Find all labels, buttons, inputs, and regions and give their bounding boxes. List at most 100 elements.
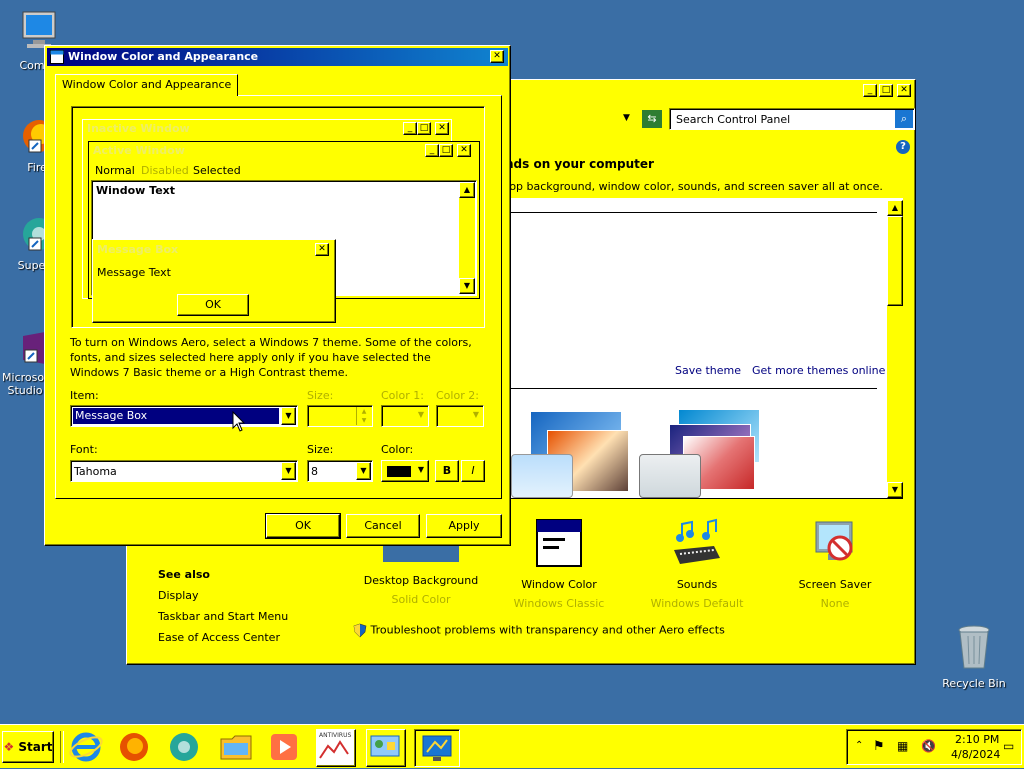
taskbar-media-player[interactable] — [266, 729, 304, 765]
search-button[interactable]: ⌕ — [895, 110, 913, 128]
network-icon[interactable]: ▦ — [897, 739, 908, 753]
sounds-item[interactable]: Sounds Windows Default — [639, 510, 755, 610]
close-button[interactable]: ✕ — [897, 84, 911, 97]
address-dropdown-arrow[interactable]: ▼ — [623, 113, 630, 123]
see-also-display-link[interactable]: Display — [158, 589, 199, 602]
search-box[interactable]: Search Control Panel ⌕ — [669, 108, 915, 130]
italic-toggle[interactable]: I — [461, 460, 485, 482]
see-also-title: See also — [158, 568, 210, 581]
theme-thumbnail-aero[interactable] — [511, 410, 629, 498]
maximize-button[interactable]: □ — [879, 84, 893, 97]
taskbar-antivirus[interactable]: ANTIVIRUS — [316, 729, 356, 767]
taskbar-separator — [60, 731, 64, 763]
screen-saver-item[interactable]: Screen Saver None — [777, 510, 893, 610]
see-also-ease-link[interactable]: Ease of Access Center — [158, 631, 280, 644]
preview-area: Inactive Window _ □ ✕ Active Window _ □ … — [71, 106, 485, 328]
clock-date[interactable]: 4/8/2024 — [951, 748, 1000, 761]
antivirus-chart-icon — [319, 740, 349, 759]
inactive-maximize-icon: □ — [417, 122, 431, 135]
scroll-thumb[interactable] — [887, 216, 903, 306]
taskbar-window-color[interactable] — [414, 729, 460, 767]
menu-disabled: Disabled — [141, 164, 189, 177]
message-box-close-icon: ✕ — [315, 243, 329, 256]
folder-icon — [220, 735, 252, 760]
troubleshoot-link[interactable]: Troubleshoot problems with transparency … — [353, 623, 725, 638]
save-theme-link[interactable]: Save theme — [675, 364, 741, 377]
taskbar-firefox[interactable] — [116, 729, 154, 765]
menu-normal: Normal — [95, 164, 135, 177]
internet-explorer-icon — [69, 732, 103, 762]
desktop-icon-label: Microsof Studio — [2, 371, 48, 397]
desktop-background-title: Desktop Background — [363, 574, 479, 587]
tab-label: Window Color and Appearance — [62, 78, 232, 91]
window-color-title: Window Color — [521, 578, 597, 591]
taskbar-supermium[interactable] — [166, 729, 204, 765]
dialog-close-button[interactable]: ✕ — [490, 50, 504, 63]
message-box-text: Message Text — [97, 266, 171, 279]
scroll-down-arrow[interactable]: ▼ — [887, 482, 903, 498]
desktop-icon-recycle-bin[interactable]: Recycle Bin — [939, 624, 1009, 690]
help-icon[interactable]: ? — [896, 140, 910, 154]
chevron-down-icon[interactable]: ▼ — [281, 407, 296, 425]
get-more-themes-link[interactable]: Get more themes online — [752, 364, 885, 377]
theme-list-panel: Save theme Get more themes online — [507, 198, 903, 499]
preview-scrollbar: ▲ ▼ — [459, 182, 475, 294]
dialog-title-bar: Window Color and Appearance ✕ — [47, 48, 508, 66]
clock-time[interactable]: 2:10 PM — [955, 733, 999, 746]
font-size-select[interactable]: 8 ▼ — [307, 460, 373, 482]
recycle-bin-icon — [958, 625, 990, 669]
search-icon: ⌕ — [900, 112, 908, 125]
active-window-title: Active Window — [93, 144, 185, 157]
flag-icon[interactable]: ⚑ — [873, 739, 885, 754]
ok-button[interactable]: OK — [265, 513, 341, 539]
font-label: Font: — [70, 443, 98, 456]
volume-muted-icon[interactable]: 🔇 — [921, 739, 936, 753]
window-color-small-icon — [50, 50, 64, 64]
mouse-cursor-icon — [232, 411, 246, 432]
personalization-icon — [422, 735, 452, 761]
media-player-icon — [271, 734, 297, 760]
color2-label: Color 2: — [436, 389, 479, 402]
taskbar-file-explorer[interactable] — [218, 729, 256, 765]
refresh-button[interactable]: ⇆ — [642, 110, 662, 128]
chevron-down-icon[interactable]: ▼ — [356, 462, 371, 480]
chevron-down-icon: ▼ — [472, 410, 479, 419]
font-size-value: 8 — [311, 465, 318, 478]
window-color-value: Windows Classic — [513, 597, 605, 610]
theme-list-scrollbar[interactable]: ▲ ▼ — [887, 200, 903, 498]
font-color-picker[interactable]: ▼ — [381, 460, 429, 482]
minimize-button[interactable]: _ — [863, 84, 877, 97]
item-select[interactable]: Message Box ▼ — [70, 405, 298, 427]
font-select-value: Tahoma — [74, 465, 117, 478]
window-color-item[interactable]: Window Color Windows Classic — [501, 510, 617, 610]
font-select[interactable]: Tahoma ▼ — [70, 460, 298, 482]
preview-scroll-up: ▲ — [459, 182, 475, 198]
desktop-icon-label: Recycle Bin — [942, 677, 1006, 690]
color2-picker: ▼ — [436, 405, 484, 427]
apply-button[interactable]: Apply — [426, 514, 502, 538]
search-input[interactable]: Search Control Panel — [676, 113, 790, 126]
bold-toggle[interactable]: B — [435, 460, 459, 482]
screen-saver-title: Screen Saver — [798, 578, 872, 591]
supermium-icon — [170, 733, 198, 761]
tab-window-color[interactable]: Window Color and Appearance — [55, 74, 239, 96]
chevron-down-icon[interactable]: ▼ — [281, 462, 296, 480]
start-button[interactable]: ❖ Start — [2, 731, 54, 763]
show-desktop-icon[interactable]: ▭ — [1003, 739, 1014, 753]
inactive-window-title: Inactive Window — [87, 122, 190, 135]
font-size-label: Size: — [307, 443, 334, 456]
page-subheading: top background, window color, sounds, an… — [505, 180, 883, 193]
chevron-up-icon[interactable]: ⌃ — [855, 740, 863, 751]
cancel-button[interactable]: Cancel — [346, 514, 420, 538]
inactive-close-icon: ✕ — [435, 122, 449, 135]
active-minimize-icon: _ — [425, 144, 439, 157]
theme-list-divider — [507, 388, 877, 389]
see-also-taskbar-link[interactable]: Taskbar and Start Menu — [158, 610, 288, 623]
theme-thumbnail-nature[interactable] — [639, 410, 759, 498]
taskbar-internet-explorer[interactable] — [68, 729, 106, 765]
desktop-background-value: Solid Color — [391, 593, 451, 606]
taskbar-control-panel[interactable] — [366, 729, 406, 767]
scroll-up-arrow[interactable]: ▲ — [887, 200, 903, 216]
item-select-value: Message Box — [73, 408, 279, 424]
sounds-icon — [674, 518, 720, 564]
